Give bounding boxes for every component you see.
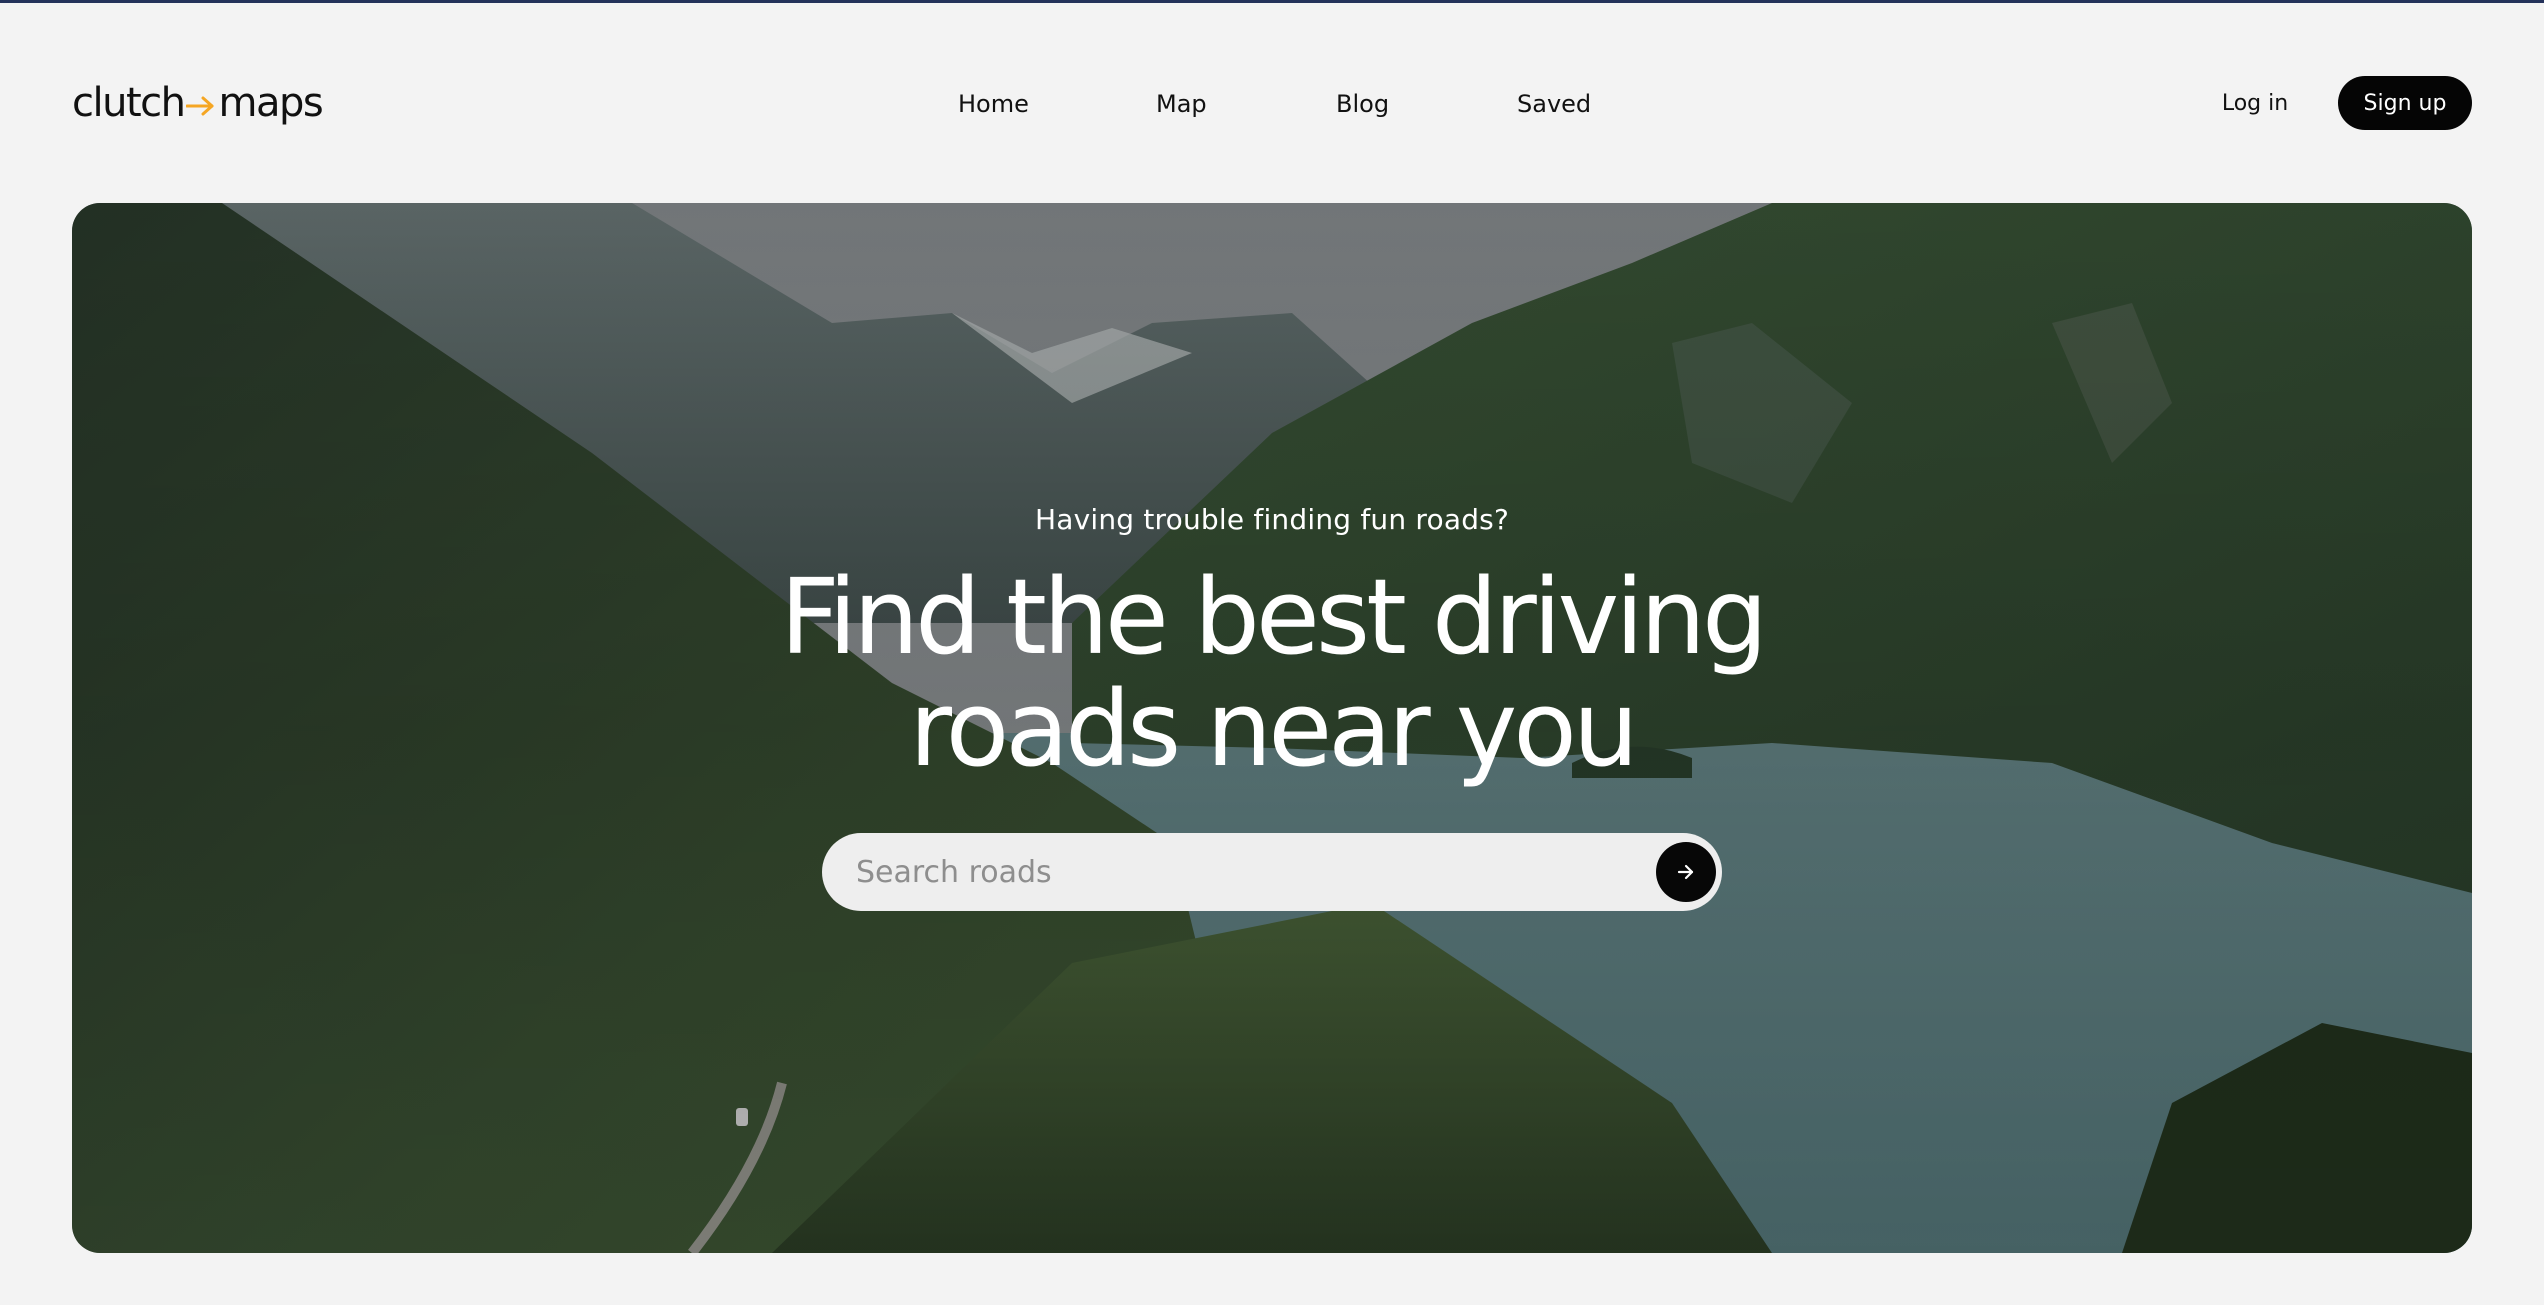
nav-item-home[interactable]: Home: [958, 81, 1029, 127]
search-submit-button[interactable]: [1656, 842, 1716, 902]
hero-headline-line-1: Find the best driving: [780, 556, 1768, 678]
signup-button[interactable]: Sign up: [2338, 76, 2472, 130]
hero-eyebrow: Having trouble finding fun roads?: [1034, 503, 1510, 536]
main-nav: Home Map Blog Saved: [0, 81, 2544, 127]
hero-headline: Find the best driving roads near you: [72, 561, 2472, 785]
nav-item-map[interactable]: Map: [1156, 81, 1207, 127]
nav-item-saved[interactable]: Saved: [1517, 81, 1591, 127]
page: clutch maps Home Map Blog Saved Log in S…: [0, 0, 2544, 1305]
road-search-bar: [822, 833, 1722, 911]
hero-section: Having trouble finding fun roads? Find t…: [72, 203, 2472, 1253]
search-input[interactable]: [856, 833, 1616, 911]
nav-item-blog[interactable]: Blog: [1336, 81, 1389, 127]
site-header: clutch maps Home Map Blog Saved Log in S…: [0, 3, 2544, 203]
hero-headline-line-2: roads near you: [909, 668, 1639, 790]
arrow-right-icon: [1677, 864, 1694, 880]
hero-content: Having trouble finding fun roads? Find t…: [72, 203, 2472, 1253]
login-link[interactable]: Log in: [2220, 81, 2290, 127]
